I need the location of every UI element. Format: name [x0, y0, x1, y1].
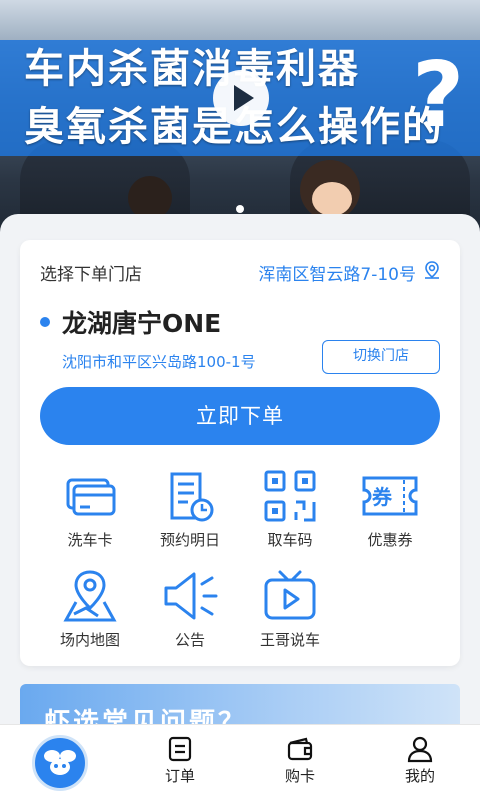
promo-text: 虾选常见问题？	[44, 708, 248, 724]
service-label: 取车码	[267, 531, 313, 549]
banner-question-mark: ?	[412, 43, 465, 148]
tab-label: 我的	[404, 767, 435, 785]
qr-code-icon	[264, 470, 316, 522]
order-icon	[168, 736, 192, 762]
location-icon[interactable]	[422, 260, 442, 280]
speaker-icon	[164, 572, 218, 620]
store-name: 龙湖唐宁ONE	[62, 309, 222, 338]
child-face	[312, 182, 352, 216]
service-coupon[interactable]: 券 优惠券	[340, 466, 440, 556]
service-pickup-code[interactable]: 取车码	[240, 466, 340, 556]
carousel-indicator	[236, 205, 244, 213]
store-dot	[40, 317, 50, 327]
service-label: 王哥说车	[259, 631, 320, 649]
coupon-icon: 券	[362, 476, 418, 516]
car-roof-graphic	[0, 0, 480, 40]
current-location-text[interactable]: 浑南区智云路7-10号	[258, 260, 416, 285]
svg-text:券: 券	[371, 485, 393, 509]
service-wangge-talks-cars[interactable]: 王哥说车	[240, 566, 340, 656]
tab-home[interactable]	[0, 725, 120, 800]
home-logo-icon	[32, 735, 88, 791]
video-tv-icon	[264, 570, 316, 620]
wallet-icon	[287, 737, 313, 761]
service-label: 预约明日	[159, 531, 220, 549]
select-store-label: 选择下单门店	[40, 265, 142, 285]
banner-title-line1: 车内杀菌消毒利器	[24, 46, 360, 92]
service-reserve-tomorrow[interactable]: 预约明日	[140, 466, 240, 556]
service-car-wash-card[interactable]: 洗车卡	[40, 466, 140, 556]
tab-orders[interactable]: 订单	[120, 725, 240, 800]
service-announcement[interactable]: 公告	[140, 566, 240, 656]
user-icon	[407, 736, 433, 763]
faq-promo-banner[interactable]: 虾选常见问题？	[20, 684, 460, 724]
car-wash-card-icon	[66, 478, 116, 516]
service-label: 优惠券	[367, 531, 413, 549]
store-address: 沈阳市和平区兴岛路100-1号	[62, 353, 256, 371]
service-label: 公告	[174, 631, 205, 649]
video-banner[interactable]: 车内杀菌消毒利器 臭氧杀菌是怎么操作的 ?	[0, 0, 480, 240]
order-now-button[interactable]: 立即下单	[40, 387, 440, 445]
tab-mine[interactable]: 我的	[360, 725, 480, 800]
service-venue-map[interactable]: 场内地图	[40, 566, 140, 656]
bee-logo-icon	[44, 750, 76, 775]
play-icon[interactable]	[213, 70, 269, 126]
map-pin-icon	[63, 570, 117, 622]
bottom-tab-bar: 订单 购卡 我的	[0, 724, 480, 800]
tab-buy-card[interactable]: 购卡	[240, 725, 360, 800]
tab-label: 购卡	[284, 767, 315, 785]
switch-store-button[interactable]: 切换门店	[322, 340, 440, 374]
calendar-clock-icon	[170, 472, 214, 522]
service-label: 场内地图	[59, 631, 120, 649]
tab-label: 订单	[164, 767, 195, 785]
service-label: 洗车卡	[67, 531, 113, 549]
